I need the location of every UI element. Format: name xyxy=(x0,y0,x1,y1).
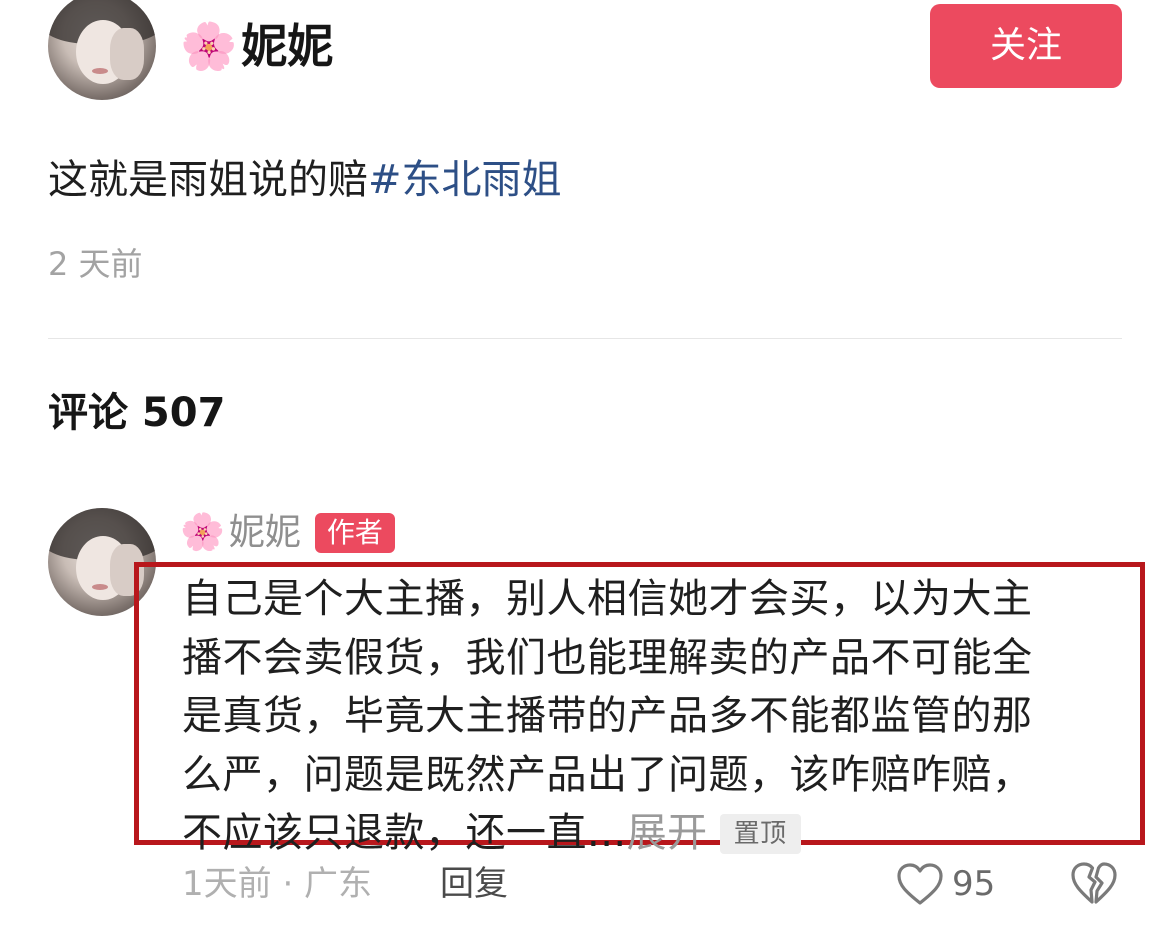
flower-emoji-icon: 🌸 xyxy=(180,512,225,553)
pinned-tag: 置顶 xyxy=(719,814,801,854)
author-badge: 作者 xyxy=(314,513,395,553)
reply-button[interactable]: 回复 xyxy=(440,858,508,910)
broken-heart-icon xyxy=(1071,862,1117,904)
expand-link[interactable]: 展开 xyxy=(627,810,708,856)
author-name-label: 妮妮 xyxy=(241,19,334,73)
divider xyxy=(48,338,1122,339)
follow-button[interactable]: 关注 xyxy=(930,4,1122,88)
comment-line: 么严，问题是既然产品出了问题，该咋赔咋赔， xyxy=(182,751,1033,798)
avatar-lip xyxy=(92,584,108,590)
comment-line: 是真货，毕竟大主播带的产品多不能都监管的那 xyxy=(182,693,1033,739)
dislike-button[interactable] xyxy=(1070,860,1118,910)
commenter-name[interactable]: 🌸 妮妮 作者 xyxy=(180,505,395,561)
comment-line: 自己是个大主播，别人相信她才会买，以为大主 xyxy=(182,576,1033,622)
comment-line-last: 不应该只退款，还一直...展开 置顶 xyxy=(182,804,1122,863)
post-text-main: 这就是雨姐说的赔 xyxy=(48,157,368,203)
author-name[interactable]: 🌸 妮妮 xyxy=(180,14,333,78)
comment-line: 不应该只退款，还一直... xyxy=(182,810,627,856)
like-count: 95 xyxy=(952,864,996,904)
comment-time-location: 1天前 · 广东 xyxy=(182,864,373,904)
author-avatar[interactable] xyxy=(48,0,156,100)
comment-line: 播不会卖假货，我们也能理解卖的产品不可能全 xyxy=(182,634,1033,681)
post-timestamp: 2 天前 xyxy=(48,245,143,283)
commenter-name-label: 妮妮 xyxy=(228,512,301,553)
post-text: 这就是雨姐说的赔#东北雨姐 xyxy=(48,150,562,210)
hashtag-link[interactable]: #东北雨姐 xyxy=(368,157,562,203)
flower-emoji-icon: 🌸 xyxy=(180,19,238,73)
heart-outline-icon xyxy=(897,863,943,905)
avatar-hand xyxy=(110,28,144,80)
like-button[interactable]: 95 xyxy=(896,858,995,910)
comment-body: 自己是个大主播，别人相信她才会买，以为大主 播不会卖假货，我们也能理解卖的产品不… xyxy=(182,570,1122,863)
avatar-lip xyxy=(92,68,108,74)
comments-count-title: 评论 507 xyxy=(48,390,226,436)
